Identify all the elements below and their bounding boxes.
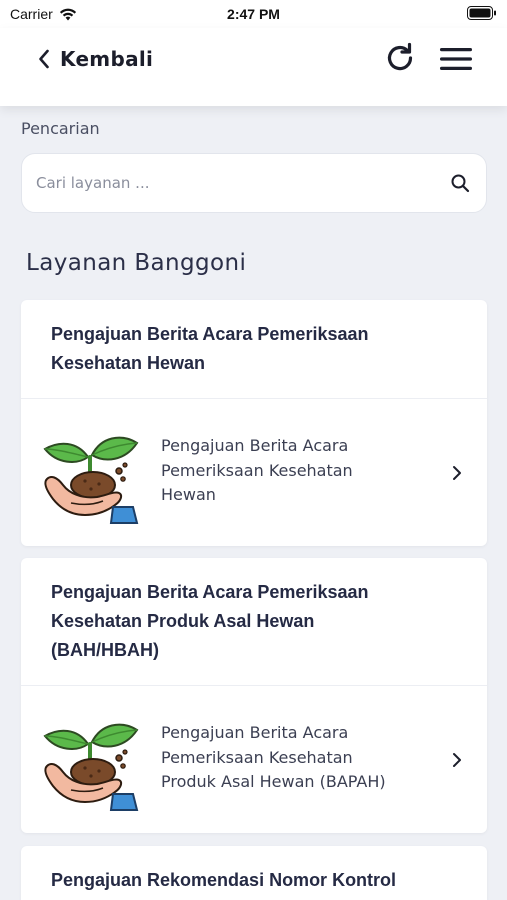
status-time: 2:47 PM bbox=[227, 6, 280, 22]
back-label: Kembali bbox=[60, 47, 154, 71]
refresh-button[interactable] bbox=[382, 40, 418, 76]
search-label: Pencarian bbox=[21, 119, 100, 138]
service-item-line: Produk Asal Hewan (BAPAH) bbox=[161, 772, 386, 791]
service-card: Pengajuan Rekomendasi Nomor Kontrol bbox=[21, 846, 487, 900]
card-title: Pengajuan Rekomendasi Nomor Kontrol bbox=[21, 846, 487, 895]
service-item-label: Pengajuan Berita Acara Pemeriksaan Keseh… bbox=[161, 721, 411, 795]
hamburger-menu-button[interactable] bbox=[438, 42, 474, 76]
service-item-line: Pengajuan Berita Acara bbox=[161, 436, 349, 455]
service-item-label: Pengajuan Berita Acara Pemeriksaan Keseh… bbox=[161, 434, 411, 508]
service-item-line: Hewan bbox=[161, 485, 216, 504]
status-bar: Carrier 2:47 PM bbox=[0, 0, 507, 28]
search-icon[interactable] bbox=[450, 173, 470, 193]
service-item-line: Pengajuan Berita Acara bbox=[161, 723, 349, 742]
search-box bbox=[21, 153, 487, 213]
service-card: Pengajuan Berita Acara Pemeriksaan Keseh… bbox=[21, 300, 487, 546]
hamburger-menu-icon bbox=[440, 48, 472, 70]
service-item[interactable]: Pengajuan Berita Acara Pemeriksaan Keseh… bbox=[21, 398, 487, 546]
back-button[interactable]: Kembali bbox=[38, 44, 153, 74]
card-title: Pengajuan Berita Acara Pemeriksaan Keseh… bbox=[21, 300, 487, 378]
card-title-line: Kesehatan Produk Asal Hewan bbox=[51, 611, 315, 631]
plant-in-hand-icon bbox=[43, 723, 139, 811]
service-card: Pengajuan Berita Acara Pemeriksaan Keseh… bbox=[21, 558, 487, 833]
card-title-line: (BAH/HBAH) bbox=[51, 640, 159, 660]
battery-icon bbox=[467, 6, 497, 23]
chevron-right-icon bbox=[453, 753, 461, 767]
card-title: Pengajuan Berita Acara Pemeriksaan Keseh… bbox=[21, 558, 487, 665]
chevron-left-icon bbox=[39, 49, 49, 69]
app-header: Kembali bbox=[0, 28, 507, 106]
service-item-line: Pemeriksaan Kesehatan bbox=[161, 747, 353, 767]
search-input[interactable] bbox=[36, 154, 436, 212]
card-title-line: Pengajuan Berita Acara Pemeriksaan bbox=[51, 324, 369, 344]
plant-in-hand-icon bbox=[43, 436, 139, 524]
card-title-line: Pengajuan Rekomendasi Nomor Kontrol bbox=[51, 870, 397, 890]
chevron-right-icon bbox=[453, 466, 461, 480]
refresh-icon bbox=[387, 42, 413, 71]
card-title-line: Pengajuan Berita Acara Pemeriksaan bbox=[51, 582, 369, 602]
section-title: Layanan Banggoni bbox=[26, 250, 247, 276]
service-item[interactable]: Pengajuan Berita Acara Pemeriksaan Keseh… bbox=[21, 685, 487, 833]
service-item-line: Pemeriksaan Kesehatan bbox=[161, 460, 353, 480]
card-title-line: Kesehatan Hewan bbox=[51, 353, 206, 373]
